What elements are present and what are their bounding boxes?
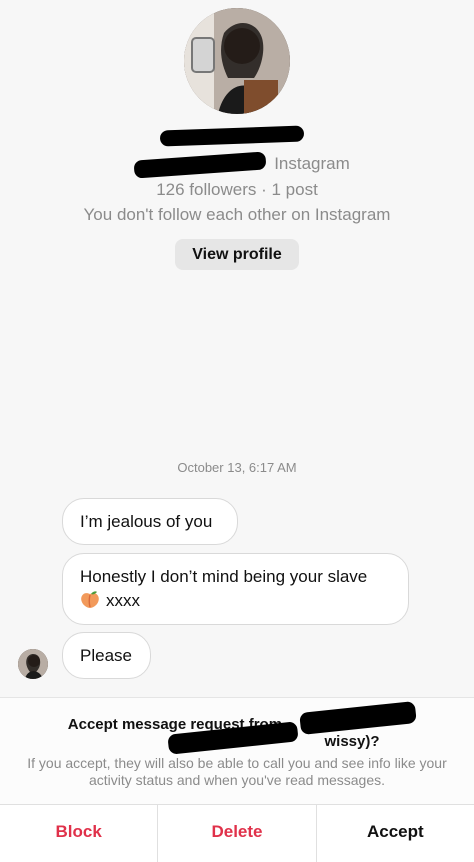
follow-status: You don't follow each other on Instagram <box>83 205 391 224</box>
profile-avatar[interactable] <box>184 8 290 114</box>
profile-stats: 126 followers · 1 post <box>156 180 318 199</box>
delete-button[interactable]: Delete <box>157 805 315 862</box>
redacted-name <box>159 125 305 147</box>
request-note: If you accept, they will also be able to… <box>27 755 447 788</box>
peach-emoji-icon <box>80 591 100 609</box>
message-bubble[interactable]: I’m jealous of you <box>62 498 238 545</box>
message-text-line1: Honestly I don’t mind being your slave <box>80 567 368 586</box>
message-bubble[interactable]: Please <box>62 632 151 679</box>
message-text-line2: xxxx <box>80 589 391 613</box>
message-timestamp: October 13, 6:17 AM <box>177 460 297 475</box>
message-bubble[interactable]: Honestly I don’t mind being your slave x… <box>62 553 409 625</box>
sender-avatar[interactable] <box>18 649 48 679</box>
message-text: Please <box>80 646 132 665</box>
accept-button[interactable]: Accept <box>315 805 474 862</box>
request-actions: Block Delete Accept <box>0 804 474 862</box>
block-button[interactable]: Block <box>0 805 157 862</box>
message-text: I’m jealous of you <box>80 512 213 531</box>
message-text: xxxx <box>106 591 140 610</box>
view-profile-button[interactable]: View profile <box>175 239 299 270</box>
